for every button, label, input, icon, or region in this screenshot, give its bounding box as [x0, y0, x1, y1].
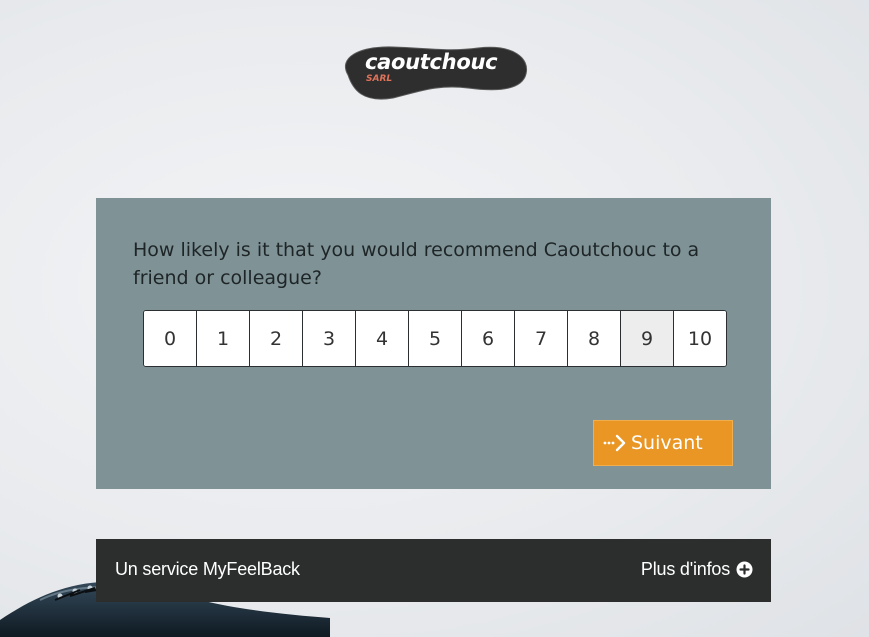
next-button[interactable]: Suivant — [593, 420, 733, 466]
more-info-link[interactable]: Plus d'infos — [641, 559, 753, 580]
more-info-label: Plus d'infos — [640, 559, 730, 579]
logo-subtitle: SARL — [366, 74, 393, 84]
service-label: Un service MyFeelBack — [115, 559, 300, 579]
scale-option-2[interactable]: 2 — [249, 311, 302, 366]
nps-scale: 0 1 2 3 4 5 6 7 8 9 10 — [143, 310, 727, 367]
dotted-arrow-right-icon — [603, 434, 627, 452]
scale-option-8[interactable]: 8 — [567, 311, 620, 366]
scale-option-9[interactable]: 9 — [620, 311, 673, 366]
plus-circle-icon — [736, 561, 753, 578]
footer-bar: Un service MyFeelBack Plus d'infos — [96, 539, 771, 602]
scale-option-6[interactable]: 6 — [461, 311, 514, 366]
scale-option-4[interactable]: 4 — [355, 311, 408, 366]
question-text: How likely is it that you would recommen… — [133, 239, 700, 289]
next-button-label: Suivant — [631, 432, 703, 454]
scale-option-1[interactable]: 1 — [196, 311, 249, 366]
scale-option-5[interactable]: 5 — [408, 311, 461, 366]
scale-option-10[interactable]: 10 — [673, 311, 726, 366]
brand-logo: caoutchouc SARL — [338, 40, 528, 102]
scale-option-7[interactable]: 7 — [514, 311, 567, 366]
scale-option-0[interactable]: 0 — [144, 311, 196, 366]
scale-option-3[interactable]: 3 — [302, 311, 355, 366]
logo-wordmark: caoutchouc — [365, 50, 498, 74]
survey-card: How likely is it that you would recommen… — [96, 198, 771, 489]
